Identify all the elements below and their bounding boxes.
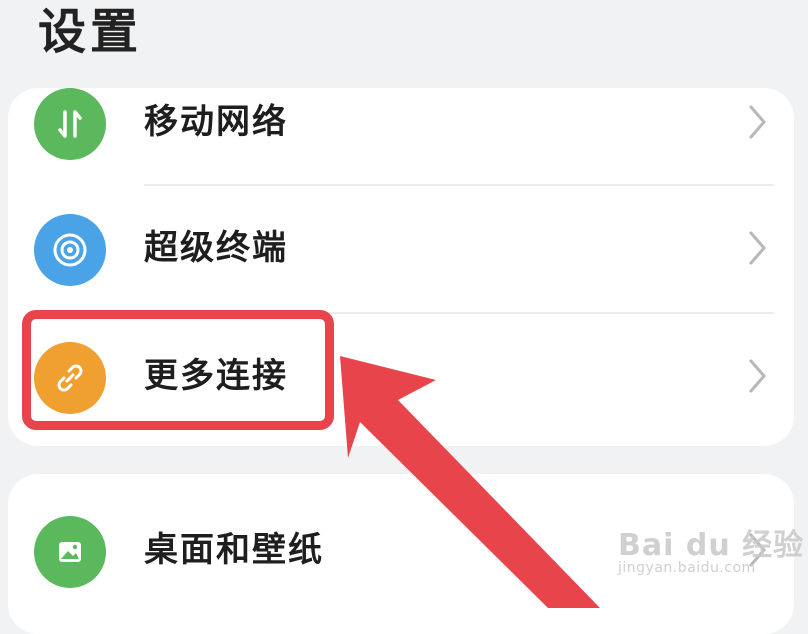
watermark-brand: Bai du 经验	[618, 528, 805, 563]
watermark: Bai du 经验 jingyan.baidu.com	[618, 520, 804, 576]
pointer-arrow-icon	[340, 356, 600, 608]
